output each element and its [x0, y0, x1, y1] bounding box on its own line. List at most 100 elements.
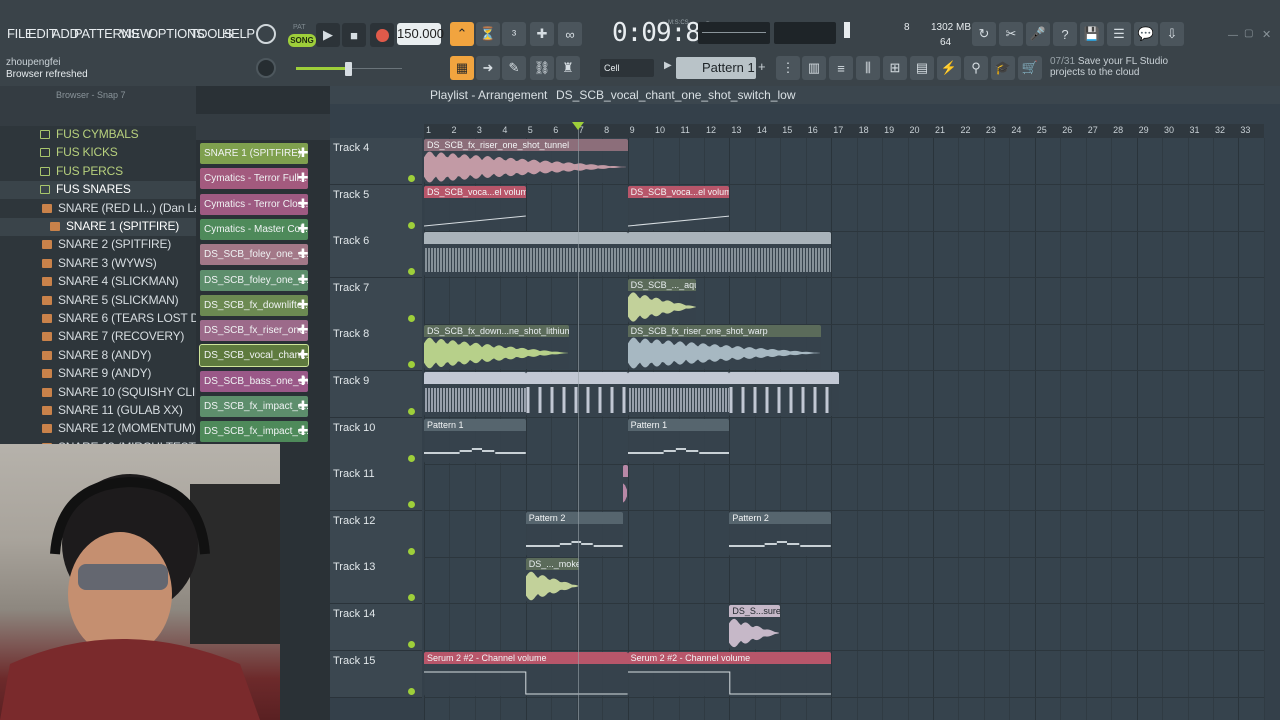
track-header[interactable]: Track 6 [330, 231, 422, 279]
playlist-clip[interactable]: DS_..._moke [525, 558, 580, 603]
stop-button[interactable]: ■ [342, 23, 366, 47]
track-header[interactable]: Track 13 [330, 557, 422, 605]
browser-item[interactable]: SNARE 4 (SLICKMAN) [0, 273, 196, 291]
help-button[interactable]: ? [1053, 22, 1077, 46]
mixer-button[interactable]: ⋮ [776, 56, 800, 80]
wait-input-button[interactable]: ⏳ [476, 22, 500, 46]
playlist-clip[interactable] [729, 372, 839, 416]
track-mute-led[interactable] [408, 268, 415, 276]
channel-button[interactable]: DS_SCB_fx_impact_o... [200, 396, 308, 417]
metronome-button[interactable]: ⌃ [450, 22, 474, 46]
browser-item[interactable]: SNARE 10 (SQUISHY CLIP) [0, 384, 196, 402]
countdown-button[interactable]: ³ [502, 22, 526, 46]
playlist-clip[interactable] [627, 372, 730, 416]
browser-item[interactable]: SNARE 9 (ANDY) [0, 365, 196, 383]
playlist-clip[interactable]: Pattern 2 [729, 511, 832, 556]
track-header[interactable]: Track 4 [330, 138, 422, 185]
track-header[interactable]: Track 15 [330, 650, 422, 698]
track-header[interactable]: Track 14 [330, 604, 422, 651]
track-lane[interactable] [424, 185, 1264, 232]
minimize-icon[interactable]: — [1228, 30, 1238, 41]
track-mute-led[interactable] [408, 547, 415, 555]
browser-item[interactable]: FUS CYMBALS [0, 126, 196, 144]
pattern-prev-icon[interactable]: ▶ [664, 60, 672, 71]
channel-button[interactable]: DS_SCB_bass_one_sh... [200, 370, 308, 392]
render-button[interactable]: ☰ [1107, 22, 1131, 46]
browser-item[interactable]: SNARE 2 (SPITFIRE) [0, 236, 196, 254]
browser-item[interactable]: SNARE 3 (WYWS) [0, 255, 196, 273]
shop-button[interactable]: 🛒 [1018, 56, 1042, 80]
browser-item[interactable]: SNARE 6 (TEARS LOST DROP) [0, 310, 196, 328]
export-button[interactable]: ⇩ [1160, 22, 1184, 46]
track-lane[interactable] [424, 418, 1264, 465]
track-lane[interactable] [424, 464, 1264, 512]
playlist-clip[interactable]: DS_SCB_..._aqua [627, 278, 697, 323]
play-button[interactable]: ▶ [316, 23, 340, 47]
browser-item[interactable]: SNARE (RED LI...) (Dan Larson) [0, 200, 196, 218]
channel-add-icon[interactable]: ✚ [296, 323, 310, 337]
channel-add-icon[interactable]: ✚ [296, 272, 310, 287]
playlist-clip[interactable]: Pattern 1 [424, 418, 526, 463]
playhead-marker[interactable] [572, 122, 584, 130]
piano-roll-button[interactable]: ▥ [802, 56, 826, 80]
maximize-icon[interactable]: ▢ [1244, 28, 1253, 39]
touch-keyboard-button[interactable]: ⚲ [964, 56, 988, 80]
plugin-picker-button[interactable]: ⚡ [937, 56, 961, 80]
draw-button[interactable]: ✎ [502, 56, 526, 80]
plugin-db-button[interactable]: ▤ [910, 56, 934, 80]
channel-button[interactable]: Cymatics - Terror Full... [200, 168, 308, 190]
playlist-clip[interactable] [627, 232, 832, 277]
channel-button[interactable]: DS_SCB_fx_downlifte... [200, 294, 308, 316]
link-button[interactable]: ⛓ [530, 56, 554, 80]
track-header[interactable]: Track 11 [330, 464, 422, 512]
save-button[interactable]: 💾 [1080, 22, 1104, 46]
track-mute-led[interactable] [408, 175, 415, 182]
playlist-clip[interactable]: DS_SCB_voca...el volume [424, 185, 526, 230]
track-header[interactable]: Track 9 [330, 371, 422, 418]
channel-add-icon[interactable]: ✚ [296, 146, 310, 160]
playlist-clip[interactable]: Serum 2 #2 - Channel volume [424, 651, 628, 696]
tempo-display[interactable]: 150.000 [397, 23, 444, 45]
track-header[interactable]: Track 10 [330, 417, 422, 465]
playlist-view-button[interactable]: ▦ [450, 56, 474, 80]
track-mute-led[interactable] [408, 641, 415, 648]
song-mode-toggle[interactable]: SONG [288, 34, 316, 47]
playlist-clip[interactable]: DS_S...sure [729, 605, 781, 649]
track-mute-led[interactable] [408, 221, 415, 229]
browser-item[interactable]: FUS SNARES [0, 181, 196, 200]
channel-rack-button[interactable]: ≡ [829, 56, 853, 80]
playlist-clip[interactable]: Pattern 1 [627, 418, 730, 463]
track-header[interactable]: Track 5 [330, 184, 422, 232]
next-button[interactable]: ➜ [476, 56, 500, 80]
channel-add-icon[interactable]: ✚ [296, 399, 310, 413]
channel-button[interactable]: DS_SCB_foley_one_s... [200, 244, 308, 266]
track-mute-led[interactable] [408, 361, 415, 369]
learn-button[interactable]: 🎓 [991, 56, 1015, 80]
track-mute-led[interactable] [408, 408, 415, 415]
playlist-clip[interactable]: DS_SCB_fx_riser_one_shot_tunnel [424, 139, 628, 183]
browser-item[interactable]: SNARE 8 (ANDY) [0, 347, 196, 365]
playlist-clip[interactable] [424, 232, 628, 277]
stamp-button[interactable]: ♜ [556, 56, 580, 80]
playlist-clip[interactable]: DS_SCB_voca...el volume [627, 185, 730, 230]
mixer-view-button[interactable]: ⫼ [856, 56, 880, 80]
panic-button[interactable]: ✂ [999, 22, 1023, 46]
channel-button[interactable]: DS_SCB_fx_riser_one... [200, 320, 308, 342]
track-mute-led[interactable] [408, 594, 415, 602]
track-header[interactable]: Track 8 [330, 324, 422, 372]
channel-add-icon[interactable]: ✚ [296, 196, 310, 211]
chat-button[interactable]: 💬 [1134, 22, 1158, 46]
channel-button[interactable]: Cymatics - Terror Clos... [200, 193, 308, 215]
track-header[interactable]: Track 7 [330, 277, 422, 325]
loop-record-button[interactable]: ∞ [558, 22, 582, 46]
playlist-clip[interactable] [622, 465, 628, 510]
news-panel[interactable]: 07/31 Save your FL Studio projects to th… [1050, 56, 1168, 78]
channel-button[interactable]: DS_SCB_vocal_chant... [199, 344, 309, 368]
snap-selector[interactable]: Cell [600, 59, 654, 77]
browser-item[interactable]: SNARE 5 (SLICKMAN) [0, 292, 196, 310]
record-button[interactable] [370, 23, 394, 47]
channel-add-icon[interactable]: ✚ [296, 348, 310, 362]
browser-item[interactable]: SNARE 11 (GULAB XX) [0, 402, 196, 420]
track-lane[interactable] [424, 278, 1264, 325]
master-volume-slider-handle[interactable] [345, 62, 352, 76]
